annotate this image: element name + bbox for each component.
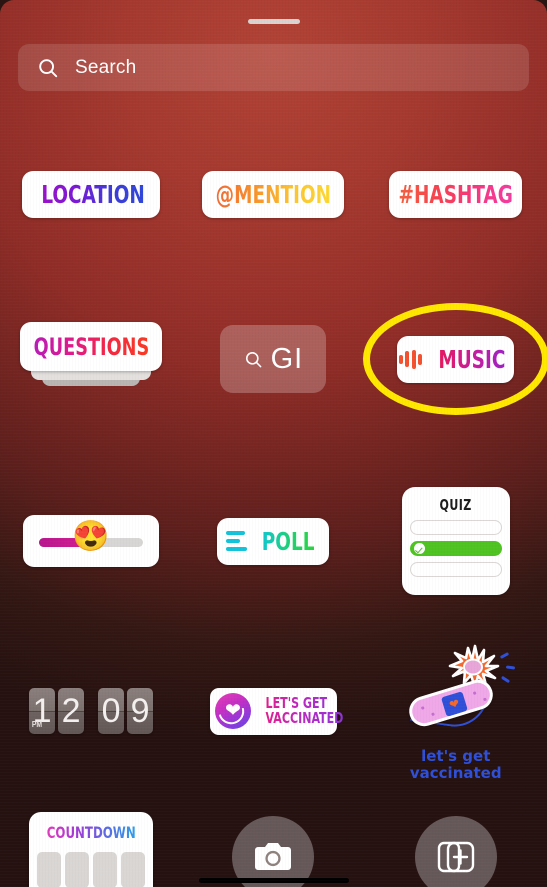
check-icon (413, 543, 425, 554)
search-placeholder: Search (75, 56, 137, 78)
clock-tile-min-ones: 9 (127, 688, 154, 734)
quiz-option-3[interactable] (409, 562, 502, 577)
sticker-location[interactable]: LOCATION (22, 171, 161, 218)
clock-meridiem: PM (32, 720, 43, 729)
cell-gif: GI (182, 322, 364, 396)
sticker-poll-label: POLL (262, 526, 315, 556)
flower-caption-line2: vaccinated (409, 764, 502, 783)
slider-emoji[interactable]: 😍 (72, 522, 109, 552)
sticker-emoji-slider[interactable]: 😍 (23, 515, 160, 567)
sticker-gif[interactable]: GI (220, 325, 327, 393)
clock-tile-min-tens: 0 (98, 688, 125, 734)
camera-icon (255, 843, 292, 870)
cell-slider: 😍 (0, 487, 182, 595)
cell-add-photo (365, 812, 547, 887)
clock-digit-2: 2 (61, 692, 81, 730)
sticker-music[interactable]: MUSIC (397, 335, 515, 383)
cell-poll: POLL (182, 487, 364, 595)
clock-tile-hour-ones: 2 (58, 688, 85, 734)
questions-stack-front: QUESTIONS (20, 322, 163, 371)
cell-quiz: QUIZ (365, 487, 547, 595)
search-icon (39, 58, 58, 77)
music-bars-icon (398, 349, 423, 369)
add-photo-stack-icon (437, 841, 474, 873)
sticker-flip-clock[interactable]: PM 1 2 0 9 (29, 688, 154, 734)
flower-caption: let's get vaccinated (398, 748, 514, 782)
search-icon (245, 351, 262, 367)
sticker-row-2: QUESTIONS GI MUSIC (0, 303, 547, 415)
search-input[interactable]: Search (18, 44, 529, 91)
flower-caption-line1: let's get (421, 747, 491, 766)
sticker-questions[interactable]: QUESTIONS (20, 322, 163, 396)
clock-tile-hour-tens: PM 1 (29, 688, 56, 734)
clock-digit-4: 9 (130, 692, 150, 730)
sticker-row-3: 😍 POLL QUIZ (0, 487, 547, 595)
drag-handle[interactable] (247, 19, 300, 24)
sticker-hashtag[interactable]: #HASHTAG (389, 171, 523, 218)
sticker-location-label: LOCATION (40, 180, 145, 209)
sticker-hashtag-label: #HASHTAG (398, 180, 513, 209)
add-photo-button[interactable] (414, 816, 497, 887)
sticker-mention[interactable]: @MENTION (202, 171, 345, 218)
vaccinated-badge-line2: VACCINATED (265, 709, 344, 727)
cell-vaccinated-flower: ❤ let's get vaccinated (365, 640, 547, 782)
cell-clock: PM 1 2 0 9 (0, 640, 182, 782)
sticker-row-5: COUNTDOWN (0, 812, 547, 887)
cell-questions: QUESTIONS (0, 322, 182, 396)
sticker-gif-label: GI (270, 342, 304, 375)
heart-ribbon-icon: ❤ (214, 693, 251, 729)
sticker-music-label: MUSIC (438, 344, 506, 374)
sticker-quiz-label: QUIZ (439, 496, 472, 514)
quiz-option-1[interactable] (409, 520, 502, 535)
sticker-row-4: PM 1 2 0 9 ❤ LET'S GET VACCINATED ❤ let'… (0, 640, 547, 782)
camera-button[interactable] (232, 816, 315, 887)
sticker-tray: Search LOCATION @MENTION #HASHTAG QUESTI… (0, 0, 547, 887)
sticker-vaccinated-flower[interactable]: ❤ let's get vaccinated (396, 640, 516, 782)
cell-camera (182, 812, 364, 887)
cell-mention: @MENTION (182, 171, 364, 218)
sticker-mention-label: @MENTION (215, 180, 332, 209)
quiz-option-2-correct[interactable] (409, 541, 502, 556)
cell-music: MUSIC (362, 303, 547, 415)
sticker-quiz[interactable]: QUIZ (401, 487, 510, 595)
home-indicator (198, 878, 349, 883)
sticker-countdown[interactable]: COUNTDOWN (29, 812, 154, 887)
sticker-poll[interactable]: POLL (217, 517, 330, 565)
cell-location: LOCATION (0, 171, 182, 218)
sticker-row-1: LOCATION @MENTION #HASHTAG (0, 171, 547, 218)
sticker-vaccinated-badge[interactable]: ❤ LET'S GET VACCINATED (209, 687, 343, 735)
cell-hashtag: #HASHTAG (365, 171, 547, 218)
sticker-countdown-label: COUNTDOWN (46, 823, 136, 842)
clock-digit-3: 0 (101, 692, 121, 730)
cell-vaccinated-badge: ❤ LET'S GET VACCINATED (182, 640, 364, 782)
countdown-tiles (37, 852, 146, 887)
poll-bars-icon (226, 531, 248, 551)
sticker-questions-label: QUESTIONS (33, 332, 149, 361)
cell-countdown: COUNTDOWN (0, 812, 182, 887)
